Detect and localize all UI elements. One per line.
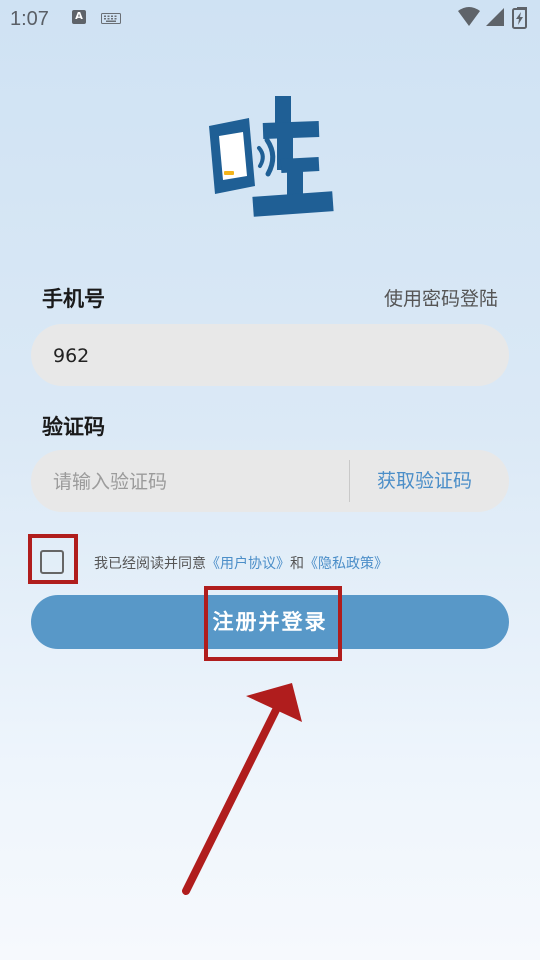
annotation-arrow bbox=[182, 683, 302, 895]
